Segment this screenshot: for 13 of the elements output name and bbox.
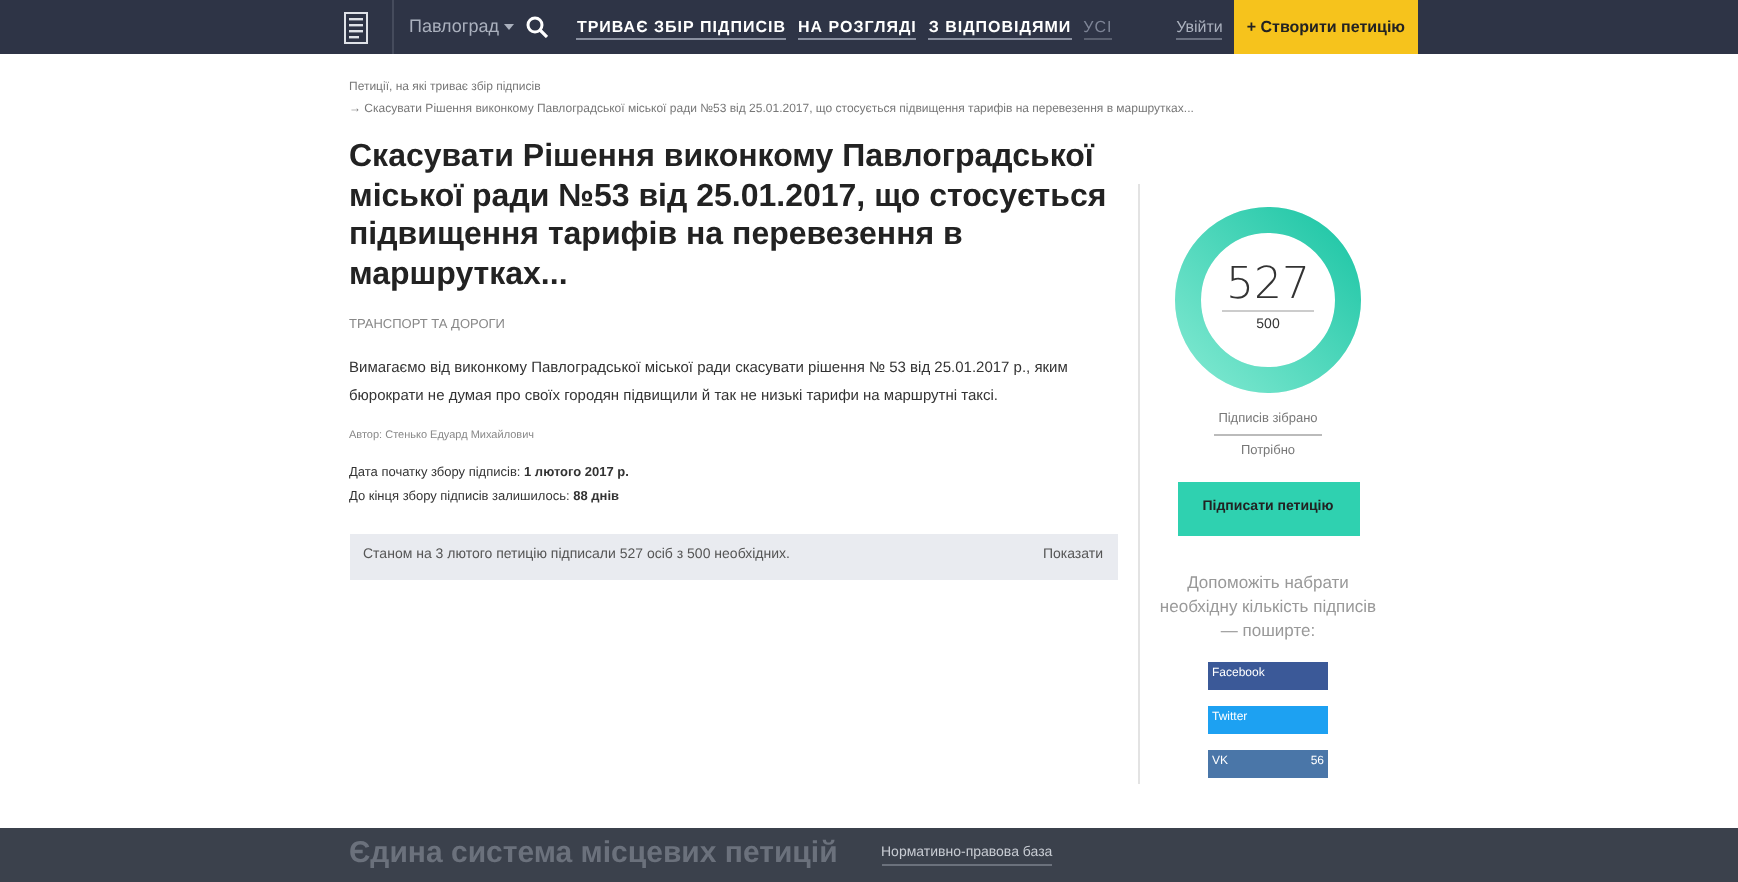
petition-title: Скасувати Рішення виконкому Павлоградської міської ради №53 від 25.01.2017, що стосується підвищення тарифів на перевезення в маршрутках...	[349, 138, 1109, 294]
login-link[interactable]: Увійти	[1176, 15, 1223, 39]
collected-count: 527	[1222, 262, 1314, 313]
share-text: Допоможіть набрати необхідну кількість підписів — поширте:	[1157, 569, 1379, 641]
nav-link[interactable]: З ВІДПОВІДЯМИ	[928, 15, 1072, 39]
city-dropdown[interactable]: Павлоград	[409, 0, 515, 54]
nav-link[interactable]: ТРИВАЄ ЗБІР ПІДПИСІВ	[576, 15, 786, 39]
document-icon[interactable]	[344, 11, 368, 43]
search-icon[interactable]	[526, 16, 549, 38]
nav-link[interactable]: НА РОЗГЛЯДІ	[798, 15, 917, 39]
nav-link[interactable]: УСІ	[1083, 15, 1113, 39]
create-petition-button[interactable]: + Створити петицію	[1234, 0, 1417, 54]
caret-icon	[504, 24, 515, 30]
